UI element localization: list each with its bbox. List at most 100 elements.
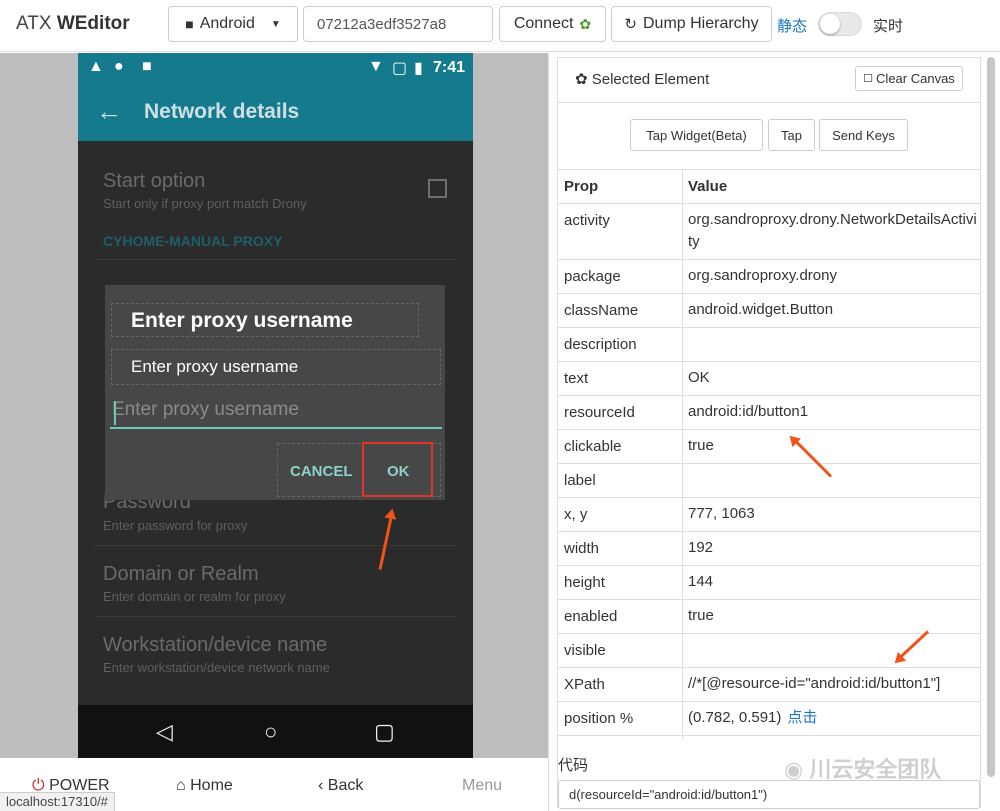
prop-name: position % <box>564 710 634 727</box>
workstation-subtitle: Enter workstation/device network name <box>103 660 330 675</box>
table-row: className android.widget.Button <box>558 294 980 328</box>
clear-canvas-button[interactable]: ☐ Clear Canvas <box>855 66 963 91</box>
username-input[interactable]: Enter proxy username <box>110 399 442 429</box>
password-subtitle: Enter password for proxy <box>103 518 248 533</box>
prop-value-text: OK <box>688 369 710 386</box>
table-row: height 144 <box>558 566 980 600</box>
prop-value[interactable]: 144 <box>688 571 978 593</box>
click-link[interactable]: 点击 <box>787 709 817 726</box>
code-snippet[interactable]: d(resourceId="android:id/button1") <box>558 780 980 809</box>
dialog-message: Enter proxy username <box>131 357 299 376</box>
refresh-icon: ↻ <box>624 16 637 33</box>
prop-name: width <box>564 540 600 557</box>
realtime-mode-label: 实时 <box>873 18 904 35</box>
realtime-toggle[interactable] <box>818 12 862 36</box>
prop-value-text: //*[@resource-id="android:id/button1"] <box>688 675 941 692</box>
table-row: XPath //*[@resource-id="android:id/button… <box>558 668 980 702</box>
prop-value[interactable]: org.sandroproxy.drony.NetworkDetailsActi… <box>688 209 978 253</box>
table-row: text OK <box>558 362 980 396</box>
back-button[interactable]: ‹ Back <box>318 777 363 795</box>
table-row: x, y 777, 1063 <box>558 498 980 532</box>
app-brand: ATX WEditor <box>16 13 130 34</box>
tap-button[interactable]: Tap <box>768 119 815 151</box>
toolbar: ATX WEditor ■ Android ▼ 07212a3edf3527a8… <box>0 0 1000 52</box>
prop-value[interactable]: OK <box>688 367 978 389</box>
warning-icon: ▲ <box>88 58 104 75</box>
table-row: activity org.sandroproxy.drony.NetworkDet… <box>558 204 980 260</box>
platform-select[interactable]: ■ Android ▼ <box>168 6 298 42</box>
cancel-button[interactable]: CANCEL <box>290 463 353 480</box>
prop-name: className <box>564 302 639 319</box>
panel-header: ✿ Selected Element ☐ Clear Canvas <box>558 58 980 103</box>
prop-value[interactable]: android:id/button1 <box>688 401 978 423</box>
prop-value[interactable]: 777, 1063 <box>688 503 978 525</box>
connect-button[interactable]: Connect ✿ <box>499 6 606 42</box>
selected-element-panel: ✿ Selected Element ☐ Clear Canvas Tap Wid… <box>557 57 981 809</box>
prop-name: height <box>564 574 605 591</box>
table-row: position % (0.782, 0.591) 点击 <box>558 702 980 736</box>
domain-title: Domain or Realm <box>103 563 259 585</box>
toggle-knob <box>820 14 840 34</box>
platform-select-value: Android <box>199 15 255 32</box>
send-keys-button[interactable]: Send Keys <box>819 119 908 151</box>
start-option-checkbox[interactable] <box>428 179 447 198</box>
table-row: resourceId android:id/button1 <box>558 396 980 430</box>
prop-name: text <box>564 370 589 387</box>
section-header: CYHOME-MANUAL PROXY <box>103 233 283 249</box>
ok-button[interactable]: OK <box>387 463 410 480</box>
battery-icon: ▮ <box>414 60 423 77</box>
prop-name: description <box>564 336 637 353</box>
prop-value[interactable]: 192 <box>688 537 978 559</box>
table-row: label <box>558 464 980 498</box>
back-arrow-icon[interactable]: ← <box>96 96 122 127</box>
prop-value[interactable]: //*[@resource-id="android:id/button1"] <box>688 673 978 695</box>
dialog-title: Enter proxy username <box>131 309 353 332</box>
start-option-subtitle: Start only if proxy port match Drony <box>103 196 307 211</box>
app-bar: ← Network details <box>78 83 473 141</box>
scrollbar[interactable] <box>987 57 995 777</box>
nav-recents-icon[interactable]: ▢ <box>374 719 395 745</box>
divider <box>94 545 456 546</box>
prop-value[interactable]: true <box>688 605 978 627</box>
wifi-icon: ▼ <box>368 58 384 75</box>
prop-value[interactable]: (0.782, 0.591) 点击 <box>688 707 978 729</box>
text-cursor <box>114 401 116 425</box>
value-header: Value <box>688 178 728 195</box>
prop-name: XPath <box>564 676 605 693</box>
table-header: Prop Value <box>558 170 980 204</box>
prop-name: package <box>564 268 621 285</box>
status-url: localhost:17310/# <box>0 792 115 811</box>
android-nav-bar: ◁ ○ ▢ <box>78 705 473 758</box>
workstation-title: Workstation/device name <box>103 634 328 656</box>
table-row: clickable true <box>558 430 980 464</box>
status-time: 7:41 <box>432 59 465 76</box>
prop-value[interactable]: true <box>688 435 978 457</box>
chevron-left-icon: ‹ <box>318 777 324 794</box>
home-button[interactable]: ⌂ Home <box>176 777 233 795</box>
android-leaf-icon: ✿ <box>579 15 592 32</box>
prop-value-text: 144 <box>688 573 714 590</box>
prop-value-text: (0.782, 0.591) <box>688 709 782 726</box>
dump-hierarchy-button[interactable]: ↻ Dump Hierarchy <box>611 6 772 42</box>
tap-widget-button[interactable]: Tap Widget(Beta) <box>630 119 763 151</box>
prop-value[interactable]: org.sandroproxy.drony <box>688 265 978 287</box>
prop-value-text: 192 <box>688 539 714 556</box>
start-option-title: Start option <box>103 170 206 192</box>
device-screen[interactable]: ▲ ● ■ ▼ ▢ ▮ 7:41 ← Network details Start… <box>78 53 473 758</box>
nav-home-icon[interactable]: ○ <box>264 719 277 745</box>
prop-value[interactable]: android.widget.Button <box>688 299 978 321</box>
prop-value-text: android.widget.Button <box>688 301 834 318</box>
inspector-panel: ✿ Selected Element ☐ Clear Canvas Tap Wid… <box>548 53 1000 811</box>
nav-back-icon[interactable]: ◁ <box>156 719 173 745</box>
device-serial-input[interactable]: 07212a3edf3527a8 <box>303 6 493 42</box>
prop-name: x, y <box>564 506 588 523</box>
prop-header: Prop <box>564 178 599 195</box>
panel-title: ✿ Selected Element <box>575 71 710 88</box>
watermark: ◉ 川云安全团队 <box>784 757 942 782</box>
menu-button[interactable]: Menu <box>462 777 502 795</box>
prop-name: visible <box>564 642 606 659</box>
app-title: Network details <box>144 100 300 123</box>
action-buttons: Tap Widget(Beta) Tap Send Keys <box>558 103 980 170</box>
prop-name: enabled <box>564 608 618 625</box>
code-label: 代码 <box>558 757 589 774</box>
